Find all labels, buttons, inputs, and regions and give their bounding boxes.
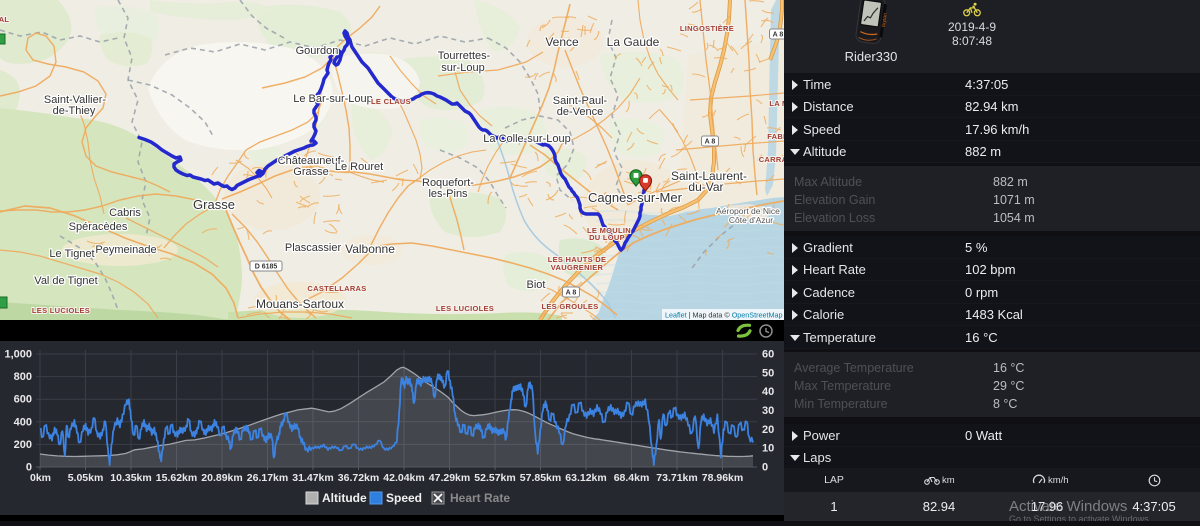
svg-text:52.57km: 52.57km <box>474 472 515 484</box>
svg-text:Le Bar-sur-Loup: Le Bar-sur-Loup <box>293 93 373 105</box>
svg-text:CARRA: CARRA <box>759 155 784 164</box>
svg-text:Heart Rate: Heart Rate <box>450 491 510 505</box>
svg-text:31.47km: 31.47km <box>292 472 333 484</box>
svg-text:Val de Tignet: Val de Tignet <box>34 275 97 287</box>
svg-text:CASTELLARAS: CASTELLARAS <box>307 284 366 293</box>
svg-text:Biot: Biot <box>527 279 546 291</box>
svg-text:A 8: A 8 <box>566 290 577 297</box>
svg-text:60: 60 <box>762 349 774 361</box>
svg-text:Vence: Vence <box>545 35 579 49</box>
svg-text:Plascassier: Plascassier <box>285 242 342 254</box>
svg-text:de-Vence: de-Vence <box>557 106 603 118</box>
svg-text:Spéracèdes: Spéracèdes <box>69 221 128 233</box>
svg-text:20.89km: 20.89km <box>201 472 242 484</box>
svg-text:bryton: bryton <box>881 12 889 27</box>
svg-text:63.12km: 63.12km <box>565 472 606 484</box>
svg-text:800: 800 <box>14 371 32 383</box>
svg-text:Le Tignet: Le Tignet <box>49 248 94 260</box>
svg-text:10.35km: 10.35km <box>110 472 151 484</box>
svg-text:0km: 0km <box>30 472 51 484</box>
svg-text:20: 20 <box>762 424 774 436</box>
svg-text:Tourrettes-: Tourrettes- <box>438 50 491 62</box>
svg-text:Cabris: Cabris <box>109 207 141 219</box>
svg-text:LE CLAUS: LE CLAUS <box>371 97 411 106</box>
svg-text:15.62km: 15.62km <box>156 472 197 484</box>
svg-text:D 6185: D 6185 <box>255 264 278 271</box>
svg-text:LES LUCIOLES: LES LUCIOLES <box>436 304 494 313</box>
svg-text:68.4km: 68.4km <box>614 472 650 484</box>
svg-text:LES LUCIOLES: LES LUCIOLES <box>32 306 90 315</box>
svg-text:Cagnes-sur-Mer: Cagnes-sur-Mer <box>588 190 683 205</box>
svg-text:5.05km: 5.05km <box>68 472 104 484</box>
svg-text:de-Thiey: de-Thiey <box>53 105 96 117</box>
svg-text:Mouans-Sartoux: Mouans-Sartoux <box>256 297 344 311</box>
svg-text:VAUGRENIER: VAUGRENIER <box>551 263 604 272</box>
svg-text:Grasse: Grasse <box>193 197 235 212</box>
svg-text:78.96km: 78.96km <box>702 472 743 484</box>
svg-text:AL: AL <box>0 15 9 24</box>
svg-text:200: 200 <box>14 439 32 451</box>
svg-text:Grasse: Grasse <box>293 166 328 178</box>
svg-text:Speed: Speed <box>386 491 422 505</box>
svg-text:LINGOSTIÈRE: LINGOSTIÈRE <box>680 24 734 33</box>
svg-text:sur-Loup: sur-Loup <box>441 62 484 74</box>
svg-text:LES GROULES: LES GROULES <box>541 302 598 311</box>
svg-text:Côte d'Azur: Côte d'Azur <box>729 215 773 225</box>
svg-text:1,000: 1,000 <box>4 349 32 361</box>
svg-text:Gourdon: Gourdon <box>296 45 339 57</box>
svg-text:400: 400 <box>14 416 32 428</box>
svg-text:26.17km: 26.17km <box>247 472 288 484</box>
svg-text:LA M: LA M <box>769 99 784 108</box>
svg-text:Leaflet | Map data © OpenStree: Leaflet | Map data © OpenStreetMap <box>665 311 782 320</box>
svg-text:47.29km: 47.29km <box>429 472 470 484</box>
svg-text:57.85km: 57.85km <box>520 472 561 484</box>
svg-text:50: 50 <box>762 367 774 379</box>
svg-text:Le Rouret: Le Rouret <box>335 161 383 173</box>
svg-text:73.71km: 73.71km <box>656 472 697 484</box>
svg-text:Peymeinade: Peymeinade <box>95 244 156 256</box>
svg-text:La Colle-sur-Loup: La Colle-sur-Loup <box>483 133 570 145</box>
svg-text:A 8: A 8 <box>773 32 784 39</box>
svg-text:FABR: FABR <box>767 132 784 141</box>
svg-text:10: 10 <box>762 443 774 455</box>
svg-text:30: 30 <box>762 405 774 417</box>
svg-text:42.04km: 42.04km <box>383 472 424 484</box>
svg-text:40: 40 <box>762 386 774 398</box>
svg-text:0: 0 <box>762 462 768 474</box>
svg-text:DU LOUP: DU LOUP <box>589 233 625 242</box>
svg-text:La Gaude: La Gaude <box>607 35 660 49</box>
svg-text:A 8: A 8 <box>705 139 716 146</box>
svg-text:Valbonne: Valbonne <box>345 242 395 256</box>
svg-text:les-Pins: les-Pins <box>428 188 468 200</box>
svg-text:Altitude: Altitude <box>322 491 367 505</box>
svg-text:600: 600 <box>14 394 32 406</box>
svg-text:du-Var: du-Var <box>688 180 723 194</box>
svg-text:36.72km: 36.72km <box>338 472 379 484</box>
